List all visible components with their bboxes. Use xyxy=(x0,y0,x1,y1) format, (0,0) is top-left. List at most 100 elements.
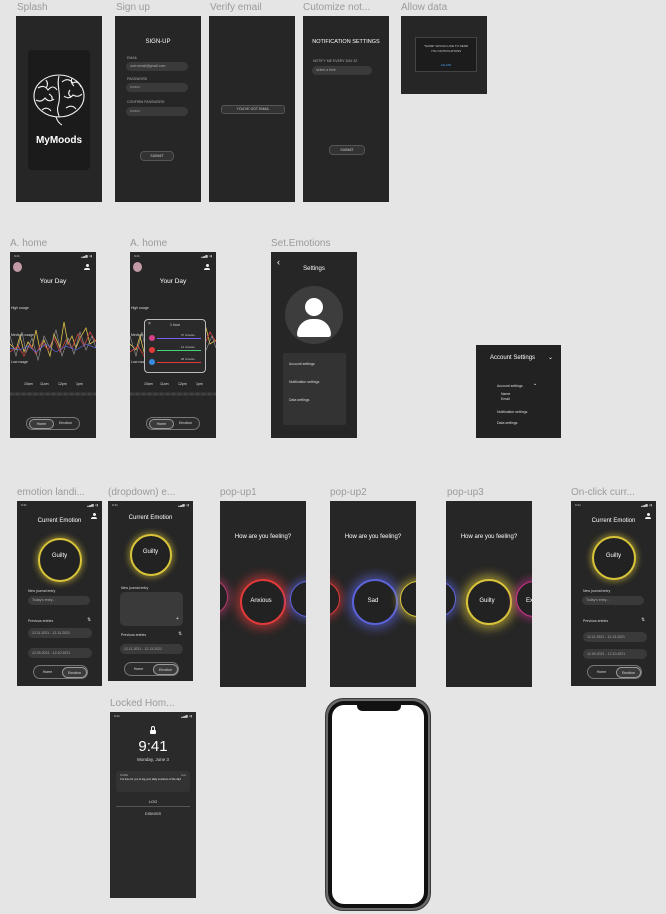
new-entry-label: New journal entry xyxy=(583,589,611,593)
tab-emotion[interactable]: Emotion xyxy=(62,667,87,678)
account-settings-sub[interactable]: Account settings xyxy=(497,384,523,388)
tick-label: 1pm xyxy=(196,382,203,386)
tab-emotion[interactable]: Emotion xyxy=(54,419,77,427)
feeling-question: How are you feeling? xyxy=(234,534,292,540)
status-icons: ▂▄▆ ◖▮ xyxy=(86,503,98,507)
log-button[interactable]: LOG xyxy=(110,799,196,804)
chevron-down-icon[interactable]: ⌄ xyxy=(548,354,553,361)
notification-settings-title: NOTIFICATION SETTINGS xyxy=(312,39,380,45)
phone-mockup xyxy=(325,698,431,911)
home-screen: 9:41 ▂▄▆ ◖▮ Your Day High usage Medium u… xyxy=(10,252,96,438)
journal-entry-input[interactable]: Today's entry... xyxy=(582,596,644,605)
frame-label-onclick: On-click curr... xyxy=(571,487,635,498)
usage-bar xyxy=(157,361,201,363)
popup-time: 1 hour xyxy=(170,323,180,327)
data-settings-item[interactable]: Data settings xyxy=(289,398,309,402)
brain-icon xyxy=(33,74,85,126)
allow-dialog: "NAME" WOULD LIKE TO SEND YOU NOTIFICATI… xyxy=(415,37,477,72)
entry-item[interactable]: 12.11.2021 - 12.13.2021 xyxy=(28,628,92,638)
feeling-question: How are you feeling? xyxy=(460,534,518,540)
password-field[interactable]: •••••••• xyxy=(126,83,188,92)
notify-time-field[interactable]: select a time xyxy=(312,66,372,75)
usage-chart xyxy=(10,321,96,396)
chevron-down-icon[interactable]: ⌄ xyxy=(533,381,537,387)
onclick-emotion-screen: 9:41 ▂▄▆ ◖▮ Current Emotion Guilty New j… xyxy=(571,501,656,686)
password-label: PASSWORD xyxy=(127,77,148,81)
emotion-option-right[interactable] xyxy=(400,581,416,617)
allow-line2: YOU NOTIFICATIONS xyxy=(430,49,462,53)
usage-value: 12 minutes xyxy=(181,345,195,349)
splash-screen: MyMoods xyxy=(16,16,102,202)
tab-home[interactable]: Home xyxy=(590,667,613,676)
filter-icon[interactable]: ⇅ xyxy=(178,631,182,637)
settings-screen: ‹ Settings Account settings Notification… xyxy=(271,252,357,438)
emotion-circle[interactable] xyxy=(38,538,82,582)
account-settings-item[interactable]: Account settings xyxy=(289,362,315,366)
app-icon-youtube xyxy=(149,347,155,353)
tab-home[interactable]: Home xyxy=(149,419,174,429)
frame-label-locked: Locked Hom... xyxy=(110,698,175,709)
verify-email-button[interactable]: YOU'VE GOT EMAIL xyxy=(221,105,285,114)
filter-icon[interactable]: ⇅ xyxy=(87,617,91,623)
frame-label-emotion: emotion landi... xyxy=(17,487,85,498)
entry-item[interactable]: 12.11.2021 - 12.13.2021 xyxy=(120,644,183,654)
journal-entry-textarea[interactable] xyxy=(120,592,183,626)
status-time: 9:41 xyxy=(575,503,581,507)
emotion-option-left[interactable] xyxy=(220,579,228,615)
lock-clock: 9:41 xyxy=(138,738,168,755)
add-icon[interactable]: + xyxy=(176,616,179,622)
allow-line1: "NAME" WOULD LIKE TO SEND xyxy=(423,44,469,48)
allow-link[interactable]: ALLOW xyxy=(416,63,476,67)
notification-settings-item[interactable]: Notification settings xyxy=(497,410,527,414)
notification-card[interactable]: NAME now It is time for you to log your … xyxy=(116,771,190,792)
tick-label: 11am xyxy=(160,382,169,386)
data-settings-item[interactable]: Data settings xyxy=(497,421,517,425)
confirm-password-field[interactable]: •••••••• xyxy=(126,107,188,116)
customize-notifications-screen: NOTIFICATION SETTINGS NOTIFY ME EVERY DA… xyxy=(303,16,389,202)
status-time: 9:41 xyxy=(112,503,118,507)
usage-popup: × 1 hour 37 minutes 12 minutes 28 minute… xyxy=(144,319,206,373)
filter-icon[interactable]: ⇅ xyxy=(641,617,645,623)
frame-label-verify: Verify email xyxy=(210,2,262,13)
avatar[interactable] xyxy=(285,286,343,344)
home-emotion-toggle: Home Emotion xyxy=(26,417,80,430)
name-item[interactable]: Name xyxy=(501,392,510,396)
signup-submit-button[interactable]: SUBMIT xyxy=(140,151,174,161)
phone-notch xyxy=(357,705,401,711)
tab-emotion[interactable]: Emotion xyxy=(153,664,178,675)
new-entry-label: New journal entry xyxy=(28,589,56,593)
customize-submit-button[interactable]: SUBMIT xyxy=(329,145,365,155)
verify-screen: YOU'VE GOT EMAIL xyxy=(209,16,295,202)
usage-bar xyxy=(157,349,201,351)
entry-item[interactable]: 12.11.2021 - 12.13.2021 xyxy=(583,632,647,642)
tab-emotion[interactable]: Emotion xyxy=(616,667,641,678)
close-icon[interactable]: × xyxy=(148,321,151,327)
email-field[interactable]: user.email@gmail.com xyxy=(126,62,188,71)
home-screen-popup: 9:41 ▂▄▆ ◖▮ Your Day High usage Medium u… xyxy=(130,252,216,438)
frame-label-popup3: pop-up3 xyxy=(447,487,484,498)
signup-screen: SIGN-UP EMAIL user.email@gmail.com PASSW… xyxy=(115,16,201,202)
status-icons: ▂▄▆ ◖▮ xyxy=(640,503,652,507)
notification-settings-item[interactable]: Notification settings xyxy=(289,380,319,384)
tab-home[interactable]: Home xyxy=(127,664,150,673)
frame-label-home2: A. home xyxy=(130,238,168,249)
popup2-screen: How are you feeling? Sad xyxy=(330,501,416,687)
dropdown-emotion-screen: 9:41 ▂▄▆ ◖▮ Current Emotion Guilty New j… xyxy=(108,501,193,681)
frame-label-popup2: pop-up2 xyxy=(330,487,367,498)
frame-label-signup: Sign up xyxy=(116,2,150,13)
entry-item[interactable]: 12.09.2021 - 12.10.2021 xyxy=(583,649,647,659)
tab-home[interactable]: Home xyxy=(36,667,59,676)
tab-home[interactable]: Home xyxy=(29,419,54,429)
dismiss-button[interactable]: DISMISS xyxy=(110,811,196,816)
tick-label: 1pm xyxy=(76,382,83,386)
emotion-circle[interactable] xyxy=(130,534,172,576)
entry-item[interactable]: 12.09.2021 - 12.10.2021 xyxy=(28,648,92,658)
usage-value: 37 minutes xyxy=(181,333,195,337)
usage-value: 28 minutes xyxy=(181,357,195,361)
tab-emotion[interactable]: Emotion xyxy=(174,419,197,427)
home-emotion-toggle: Home Emotion xyxy=(33,665,88,679)
journal-entry-input[interactable]: Today's entry... xyxy=(28,596,90,605)
emotion-option-right[interactable] xyxy=(290,581,306,617)
email-item[interactable]: Email xyxy=(501,397,510,401)
emotion-option-label-partial: Ex xyxy=(526,598,532,604)
